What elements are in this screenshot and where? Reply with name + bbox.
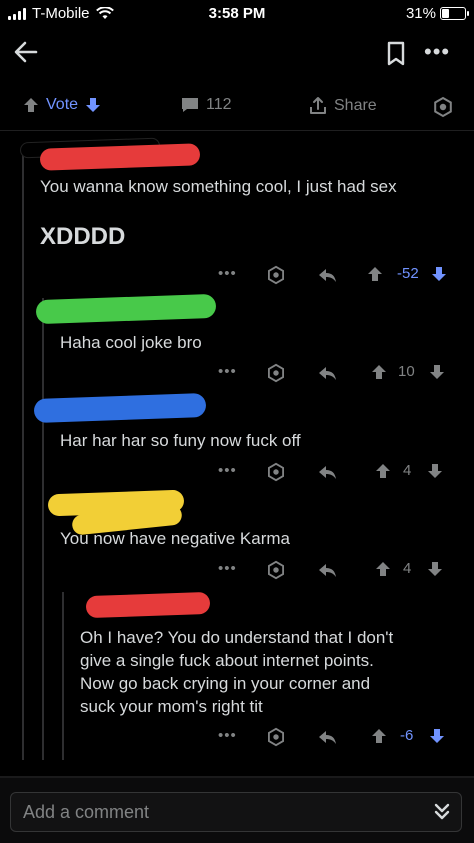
comment-input-placeholder: Add a comment [23, 802, 150, 822]
comment-line: suck your mom's right tit [80, 697, 263, 716]
comment-line: Oh I have? You do understand that I don'… [80, 628, 394, 647]
top-nav: ••• [0, 28, 474, 78]
award-icon[interactable] [266, 462, 286, 482]
arrow-left-icon [14, 41, 38, 63]
comment-body: Haha cool joke bro [60, 333, 202, 352]
battery-info: 31% [405, 5, 469, 22]
comment-score: -6 [400, 727, 414, 744]
comments-button[interactable]: 112 [180, 96, 232, 114]
share-button[interactable]: Share [308, 96, 377, 116]
downvote-icon[interactable] [426, 560, 444, 578]
award-icon [434, 96, 452, 118]
comment-line: give a single fuck about internet points… [80, 651, 374, 670]
award-icon[interactable] [266, 560, 286, 580]
comment-actions: ••• 4 [0, 557, 474, 583]
award-icon[interactable] [266, 265, 286, 285]
comment-actions: ••• 4 [0, 459, 474, 485]
username-redaction [39, 143, 201, 171]
upvote-icon[interactable] [370, 363, 388, 381]
comment-body: Oh I have? You do understand that I don'… [80, 626, 393, 718]
vote-label: Vote [46, 96, 79, 113]
more-options-button[interactable]: ••• [218, 363, 237, 380]
post-action-bar: Vote 112 Share [0, 88, 474, 128]
comment-score: 4 [403, 462, 412, 479]
award-icon[interactable] [266, 727, 286, 747]
vote-control: Vote [22, 96, 102, 114]
upvote-icon[interactable] [22, 96, 40, 114]
reply-icon[interactable] [316, 462, 338, 482]
reply-icon[interactable] [316, 363, 338, 383]
comment-actions: ••• 10 [0, 360, 474, 386]
more-options-button[interactable]: ••• [218, 265, 237, 282]
share-icon [310, 97, 326, 114]
bookmark-icon [387, 41, 405, 66]
downvote-icon[interactable] [430, 265, 448, 283]
comment-score: 10 [398, 363, 415, 380]
divider [0, 130, 474, 131]
more-options-button[interactable]: ••• [218, 560, 237, 577]
status-bar: T-Mobile 3:58 PM 31% [0, 0, 474, 28]
comment-body: You wanna know something cool, I just ha… [40, 177, 397, 196]
comment-count: 112 [206, 96, 232, 113]
downvote-icon[interactable] [426, 462, 444, 480]
username-redaction [35, 293, 217, 325]
comment-line: Now go back crying in your corner and [80, 674, 371, 693]
clock: 3:58 PM [208, 5, 266, 22]
comment-body: You now have negative Karma [60, 529, 290, 548]
upvote-icon[interactable] [374, 560, 392, 578]
save-button[interactable] [384, 40, 408, 68]
comment-score: -52 [397, 265, 419, 282]
comment-actions: ••• -52 [0, 262, 474, 288]
username-redaction [33, 393, 207, 423]
share-label: Share [334, 97, 377, 114]
more-options-button[interactable]: ••• [218, 727, 237, 744]
downvote-icon[interactable] [84, 96, 102, 114]
comment-score: 4 [403, 560, 412, 577]
reply-icon[interactable] [316, 560, 338, 580]
comment-body: XDDDD [40, 223, 126, 250]
battery-percent: 31% [405, 5, 436, 22]
reply-icon[interactable] [316, 727, 338, 747]
downvote-icon[interactable] [428, 363, 446, 381]
username-redaction [85, 591, 211, 619]
more-options-button[interactable]: ••• [424, 40, 450, 64]
downvote-icon[interactable] [428, 727, 446, 745]
award-icon[interactable] [266, 363, 286, 383]
back-button[interactable] [10, 36, 42, 68]
upvote-icon[interactable] [370, 727, 388, 745]
comment-bubble-icon [182, 98, 198, 112]
reply-icon[interactable] [316, 265, 338, 285]
award-button[interactable] [432, 96, 454, 118]
comment-actions: ••• -6 [0, 724, 474, 750]
double-chevron-down-icon[interactable] [431, 801, 453, 823]
comment-input[interactable]: Add a comment [10, 792, 462, 832]
thread-line [22, 150, 24, 760]
upvote-icon[interactable] [374, 462, 392, 480]
more-options-button[interactable]: ••• [218, 462, 237, 479]
upvote-icon[interactable] [366, 265, 384, 283]
battery-icon [440, 7, 469, 20]
comment-body: Har har har so funy now fuck off [60, 431, 301, 450]
